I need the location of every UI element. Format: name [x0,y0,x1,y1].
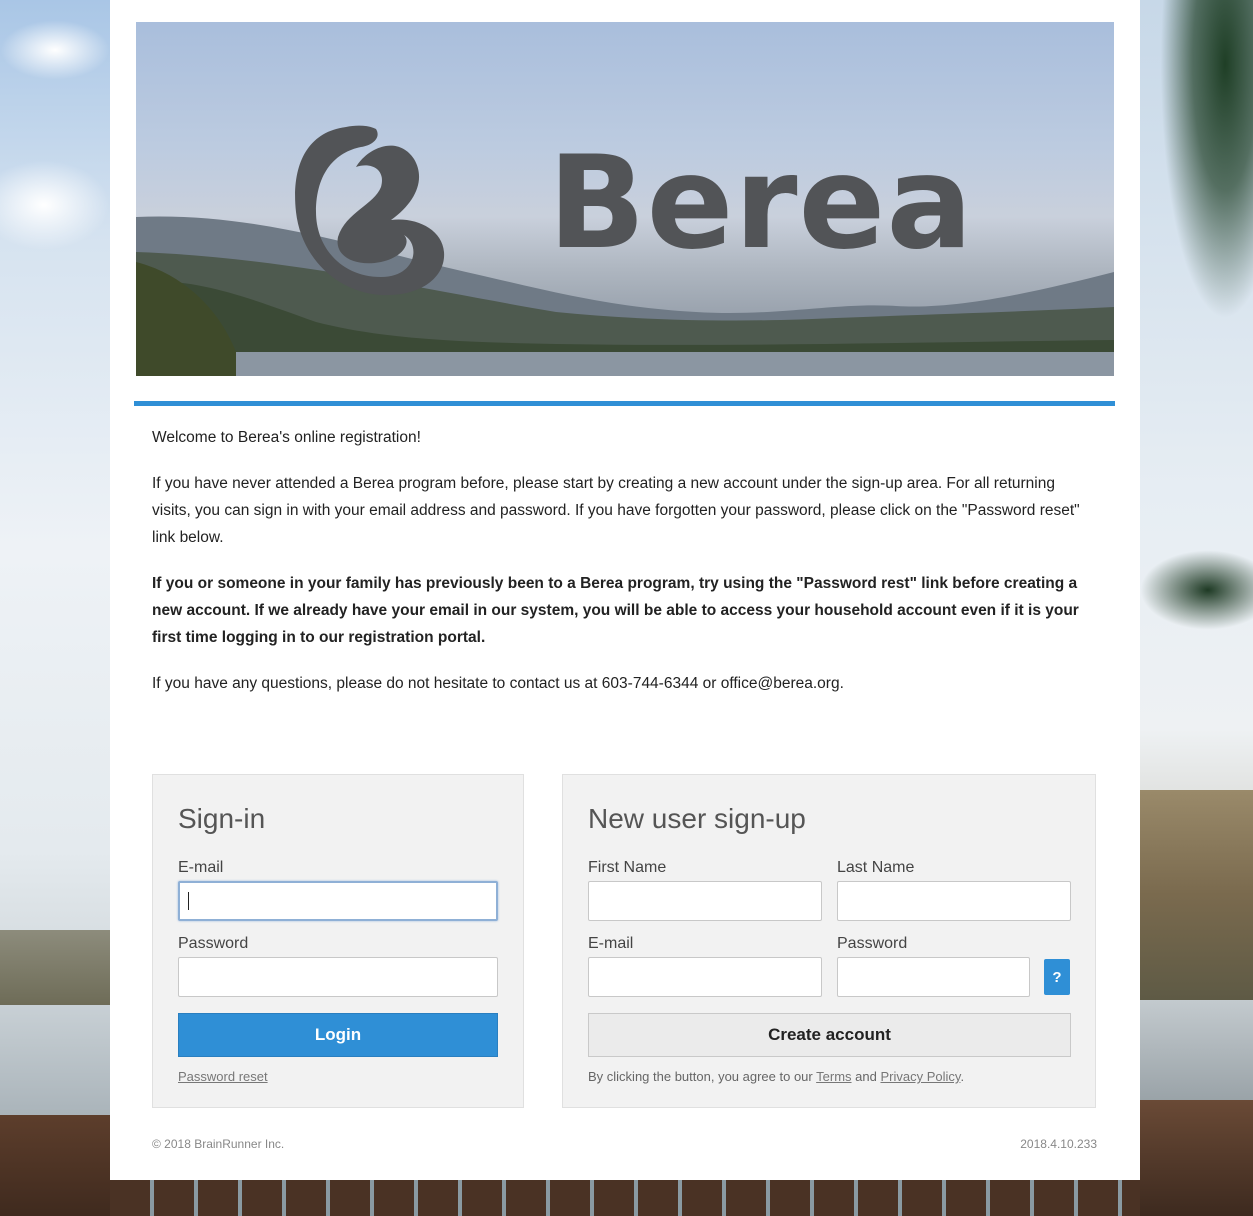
terms-and: and [855,1069,877,1084]
background-cloud [0,160,110,250]
background-deck [1140,1100,1253,1216]
login-button[interactable]: Login [178,1013,498,1057]
create-account-button[interactable]: Create account [588,1013,1071,1057]
last-name-label: Last Name [837,859,915,876]
background-tree [1160,0,1253,320]
signin-title: Sign-in [178,803,266,834]
terms-suffix: . [960,1069,965,1084]
background-deck [0,1115,115,1216]
signin-email-label: E-mail [178,859,224,876]
main-card: Berea Welcome to Berea's online registra… [110,0,1140,1180]
signin-email-input[interactable] [178,881,498,921]
welcome-message: Welcome to Berea's online registration! [152,429,421,446]
signup-title: New user sign-up [588,803,806,834]
signin-panel: Sign-in E-mail Password Login Password r… [152,774,524,1108]
signin-password-input[interactable] [178,957,498,997]
background-water [0,1005,115,1115]
terms-link[interactable]: Terms [816,1069,851,1084]
first-name-label: First Name [588,859,667,876]
berea-wordmark: Berea [548,129,974,278]
background-cloud [0,20,110,80]
returning-family-notice: If you or someone in your family has pre… [152,575,1079,646]
password-reset-link[interactable]: Password reset [178,1069,268,1084]
background-water [1140,1000,1253,1100]
intro-paragraph: If you have never attended a Berea progr… [152,475,1080,546]
header-banner: Berea [136,22,1114,376]
background-branch [1140,550,1253,630]
contact-info: If you have any questions, please do not… [152,675,844,692]
header-divider [134,401,1115,406]
version-number: 2018.4.10.233 [1020,1137,1097,1151]
text-caret [188,892,189,910]
background-hill [0,930,115,1010]
first-name-input[interactable] [588,881,822,921]
password-help-button[interactable]: ? [1044,959,1070,995]
berea-logo-icon [295,125,445,296]
signin-password-label: Password [178,935,249,952]
signup-password-input[interactable] [837,957,1030,997]
signup-email-input[interactable] [588,957,822,997]
privacy-policy-link[interactable]: Privacy Policy [880,1069,960,1084]
intro-text: Welcome to Berea's online registration! … [152,424,1092,716]
background-hill [1140,790,1253,1000]
signup-email-label: E-mail [588,935,634,952]
signup-password-label: Password [837,935,908,952]
copyright: © 2018 BrainRunner Inc. [152,1137,285,1151]
signup-panel: New user sign-up First Name Last Name E-… [562,774,1096,1108]
terms-notice: By clicking the button, you agree to our… [588,1069,964,1084]
background-deck-railing [110,1180,1140,1216]
last-name-input[interactable] [837,881,1071,921]
terms-prefix: By clicking the button, you agree to our [588,1069,813,1084]
question-mark-icon: ? [1052,968,1062,986]
